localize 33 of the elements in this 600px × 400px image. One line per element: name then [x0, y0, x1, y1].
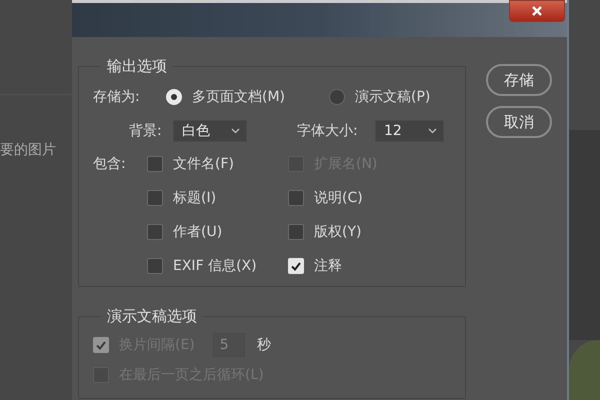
- radio-button[interactable]: [329, 89, 345, 105]
- dropdown[interactable]: 白色: [173, 120, 247, 142]
- include-label: 包含:: [93, 155, 127, 173]
- checkbox[interactable]: [147, 190, 163, 206]
- radio-label: 多页面文档(M): [192, 88, 286, 106]
- background-label: 背景:: [129, 122, 163, 140]
- group-title: 演示文稿选项: [106, 307, 198, 326]
- dropdown[interactable]: 12: [375, 120, 444, 142]
- chevron-icon: [231, 128, 240, 134]
- save-as-label: 存储为:: [93, 88, 141, 106]
- checkbox-label: 说明(C): [314, 189, 363, 207]
- checkbox[interactable]: [147, 156, 163, 172]
- page-text: 要的图片: [0, 141, 57, 159]
- checkbox-label: 注释: [314, 257, 342, 275]
- checkbox-label: 作者(U): [173, 223, 222, 241]
- checkbox-label: 文件名(F): [173, 155, 234, 173]
- checkbox[interactable]: [288, 224, 304, 240]
- dialog-button[interactable]: 存储: [486, 64, 552, 96]
- dialog-button[interactable]: 取消: [486, 106, 552, 138]
- checkbox-label: EXIF 信息(X): [173, 257, 257, 275]
- checkbox[interactable]: [147, 224, 163, 240]
- checkbox[interactable]: [147, 258, 163, 274]
- font-size-label: 字体大小:: [297, 122, 359, 140]
- close-icon: [531, 6, 543, 16]
- group-title: 输出选项: [106, 57, 168, 76]
- checkbox-label: 版权(Y): [314, 223, 362, 241]
- checkbox-label: 标题(I): [173, 189, 216, 207]
- close-button[interactable]: [509, 0, 565, 22]
- seconds-label: 秒: [256, 336, 271, 354]
- chevron-icon: [428, 128, 437, 134]
- photo-placeholder: [569, 340, 600, 400]
- checkbox[interactable]: [288, 190, 304, 206]
- radio-label: 演示文稿(P): [355, 88, 430, 106]
